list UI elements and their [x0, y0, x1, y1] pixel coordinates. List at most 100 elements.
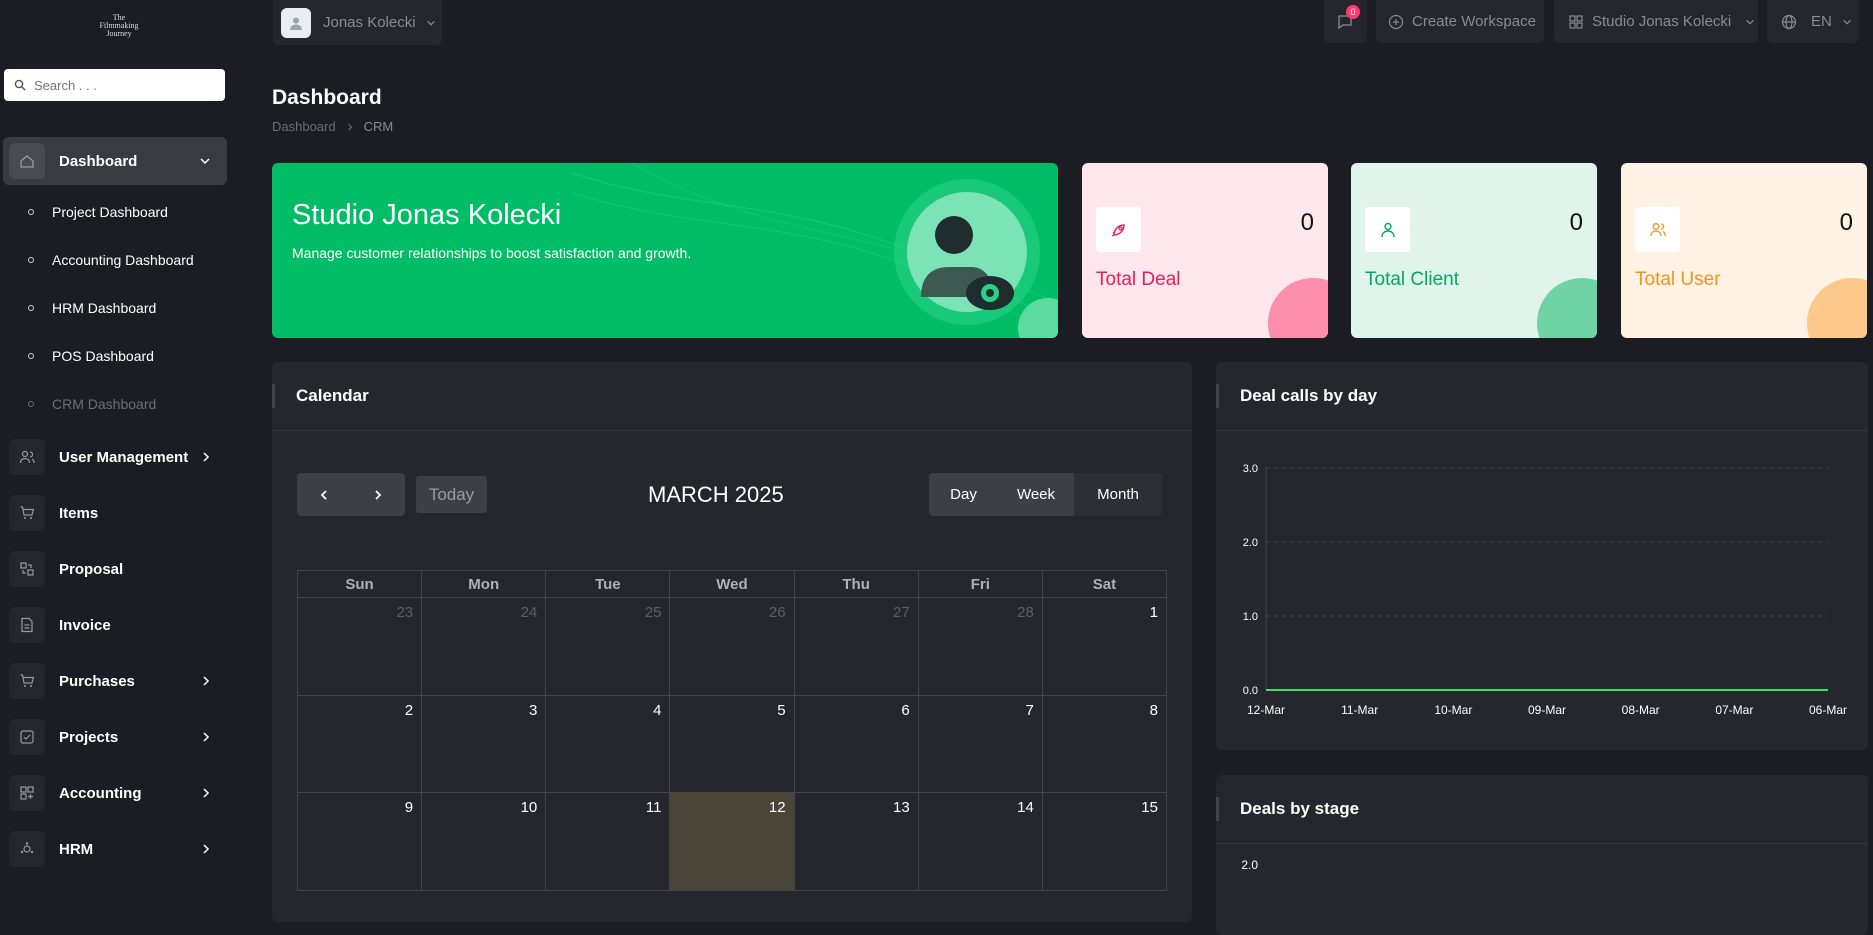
kpi-value: 0: [1569, 209, 1583, 236]
sidebar-subitem-project-dashboard[interactable]: Project Dashboard: [0, 198, 228, 226]
bullet-icon: [28, 209, 34, 215]
y-tick-label: 0.0: [1243, 685, 1258, 697]
user-icon: [1365, 207, 1410, 252]
kpi-total-client[interactable]: 0 Total Client: [1351, 163, 1597, 338]
notifications-button[interactable]: 0: [1324, 0, 1367, 43]
calendar-day-cell[interactable]: 28: [918, 598, 1043, 696]
y-tick-label: 2.0: [1243, 537, 1258, 549]
breadcrumb-link[interactable]: Dashboard: [272, 119, 336, 134]
workspace-switcher[interactable]: Studio Jonas Kolecki: [1554, 0, 1758, 43]
calendar-day-cell[interactable]: 14: [918, 793, 1043, 891]
today-button[interactable]: Today: [416, 476, 487, 513]
sidebar-subitem-accounting-dashboard[interactable]: Accounting Dashboard: [0, 246, 228, 274]
chevron-down-icon: [200, 158, 210, 165]
sidebar-item-invoice[interactable]: Invoice: [0, 603, 228, 647]
prev-month-button[interactable]: [297, 473, 351, 516]
calendar-day-cell[interactable]: 5: [670, 695, 795, 793]
chevron-right-icon: [203, 844, 210, 854]
chevron-right-icon: [203, 732, 210, 742]
calendar-day-cell[interactable]: 2: [298, 695, 423, 793]
weekday-header: Sat: [1042, 571, 1167, 598]
subitem-label: POS Dashboard: [52, 348, 154, 364]
calendar-grid: Sun Mon Tue Wed Thu Fri Sat 23 24 25 26 …: [297, 570, 1167, 891]
weekday-header: Fri: [918, 571, 1043, 598]
search-input[interactable]: [34, 77, 204, 93]
search-box[interactable]: [4, 69, 225, 101]
app-logo[interactable]: The Filmmaking Journey: [94, 14, 144, 44]
breadcrumb-current: CRM: [363, 119, 394, 134]
language-switcher[interactable]: EN: [1767, 0, 1859, 43]
calendar-day-cell[interactable]: 3: [422, 695, 547, 793]
calendar-day-cell[interactable]: 11: [546, 793, 671, 891]
hrm-icon: [20, 842, 34, 854]
bullet-icon: [28, 353, 34, 359]
invoice-icon: [21, 617, 33, 633]
subitem-label: HRM Dashboard: [52, 300, 157, 316]
kpi-total-user[interactable]: 0 Total User: [1621, 163, 1867, 338]
kpi-total-deal[interactable]: 0 Total Deal: [1082, 163, 1328, 338]
sidebar-item-label: Invoice: [59, 616, 111, 634]
y-tick-label: 1.0: [1243, 611, 1258, 623]
sidebar-item-items[interactable]: Items: [0, 491, 228, 535]
calendar-day-cell[interactable]: 27: [794, 598, 919, 696]
calendar-day-cell[interactable]: 10: [422, 793, 547, 891]
calendar-day-cell[interactable]: 15: [1042, 793, 1167, 891]
calendar-week-row: 9 10 11 12 13 14 15: [298, 793, 1167, 891]
view-week-button[interactable]: Week: [998, 473, 1074, 516]
rocket-icon: [1096, 207, 1141, 252]
kpi-value: 0: [1300, 209, 1314, 236]
sidebar-item-hrm[interactable]: HRM: [0, 827, 228, 871]
create-workspace-button[interactable]: Create Workspace: [1376, 0, 1544, 43]
plus-circle-icon: [1388, 14, 1404, 29]
view-day-button[interactable]: Day: [929, 473, 998, 516]
sidebar-subitem-pos-dashboard[interactable]: POS Dashboard: [0, 342, 228, 370]
chevron-left-icon: [320, 489, 327, 500]
hero-banner: Studio Jonas Kolecki Manage customer rel…: [272, 163, 1058, 338]
user-name: Jonas Kolecki: [323, 14, 416, 31]
sidebar-item-purchases[interactable]: Purchases: [0, 659, 228, 703]
sidebar-item-user-management[interactable]: User Management: [0, 435, 228, 479]
breadcrumb: Dashboard CRM: [272, 119, 393, 134]
user-menu[interactable]: Jonas Kolecki: [273, 0, 442, 45]
calendar-day-cell[interactable]: 6: [794, 695, 919, 793]
sidebar-item-accounting[interactable]: Accounting: [0, 771, 228, 815]
sidebar-item-label: Accounting: [59, 784, 142, 802]
search-icon: [14, 79, 26, 91]
y-tick-label: 3.0: [1243, 463, 1258, 475]
calendar-day-cell[interactable]: 13: [794, 793, 919, 891]
view-month-button[interactable]: Month: [1074, 473, 1162, 516]
chevron-down-icon: [426, 20, 435, 26]
kpi-label: Total Client: [1365, 269, 1459, 290]
bullet-icon: [28, 305, 34, 311]
sidebar-item-projects[interactable]: Projects: [0, 715, 228, 759]
hero-subtitle: Manage customer relationships to boost s…: [292, 245, 692, 261]
sidebar-subitem-hrm-dashboard[interactable]: HRM Dashboard: [0, 294, 228, 322]
x-tick-label: 11-Mar: [1341, 703, 1378, 717]
calendar-day-cell[interactable]: 1: [1042, 598, 1167, 696]
calendar-day-cell[interactable]: 7: [918, 695, 1043, 793]
card-header: Deals by stage: [1216, 775, 1868, 844]
calendar-day-cell[interactable]: 24: [422, 598, 547, 696]
page-title: Dashboard: [272, 86, 382, 109]
x-tick-label: 09-Mar: [1528, 703, 1566, 717]
weekday-header: Wed: [670, 571, 795, 598]
calendar-day-cell-today[interactable]: 12: [670, 793, 795, 891]
card-title: Calendar: [296, 386, 369, 405]
sidebar-item-dashboard[interactable]: Dashboard: [3, 137, 227, 185]
calendar-day-cell[interactable]: 9: [298, 793, 423, 891]
deals-by-stage-card: Deals by stage 2.0: [1216, 775, 1868, 935]
x-tick-label: 06-Mar: [1809, 703, 1847, 717]
calendar-day-cell[interactable]: 4: [546, 695, 671, 793]
sidebar-subitem-crm-dashboard[interactable]: CRM Dashboard: [0, 390, 228, 418]
calendar-day-cell[interactable]: 8: [1042, 695, 1167, 793]
calendar-day-cell[interactable]: 23: [298, 598, 423, 696]
kpi-value: 0: [1839, 209, 1853, 236]
customer-illustration: [894, 179, 1040, 325]
calendar-day-cell[interactable]: 25: [546, 598, 671, 696]
next-month-button[interactable]: [351, 473, 405, 516]
calendar-day-cell[interactable]: 26: [670, 598, 795, 696]
sidebar-item-proposal[interactable]: Proposal: [0, 547, 228, 591]
workspace-icon: [1569, 14, 1583, 29]
x-tick-label: 10-Mar: [1434, 703, 1472, 717]
deal-calls-card: Deal calls by day 0.0 1.0 2.0 3.0 12-Mar 11-M…: [1216, 362, 1868, 750]
